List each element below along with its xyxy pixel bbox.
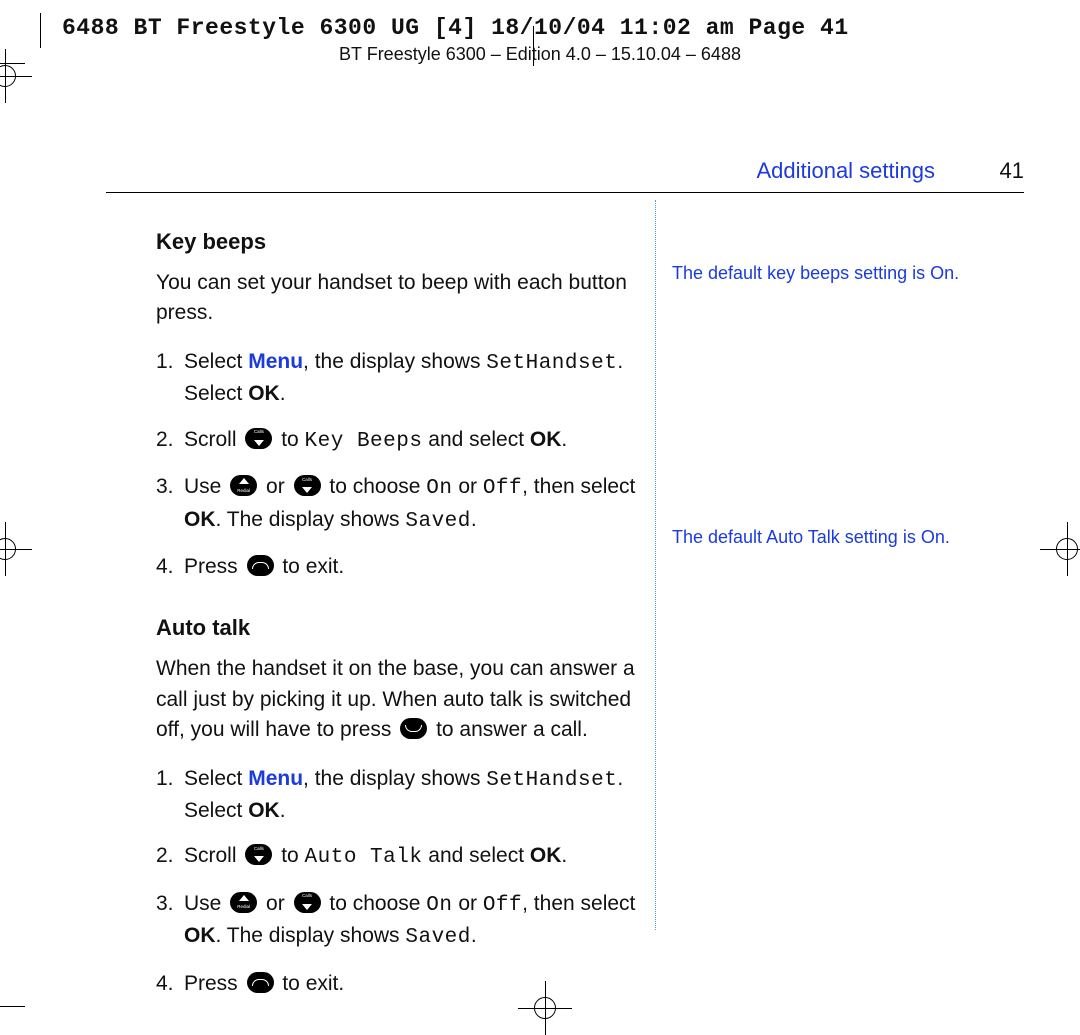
text: Select xyxy=(184,767,248,790)
step-body: Scroll to Auto Talk and select OK. xyxy=(184,841,646,873)
menu-label: Menu xyxy=(248,350,303,373)
step-number: 4. xyxy=(156,552,184,582)
ok-label: OK xyxy=(184,924,216,947)
step-number: 4. xyxy=(156,969,184,999)
text: Press xyxy=(184,972,244,995)
hangup-button-icon xyxy=(247,555,274,576)
column-separator xyxy=(655,200,656,930)
keybeeps-steps: 1. Select Menu, the display shows SetHan… xyxy=(156,347,646,583)
down-button-icon xyxy=(294,475,321,496)
autotalk-intro: When the handset it on the base, you can… xyxy=(156,654,646,745)
step-number: 1. xyxy=(156,764,184,827)
text: . xyxy=(280,382,286,405)
list-item: 3. Use or to choose On or Off, then sele… xyxy=(156,889,646,954)
edition-line: BT Freestyle 6300 – Edition 4.0 – 15.10.… xyxy=(0,41,1080,67)
up-button-icon xyxy=(230,475,257,496)
lcd-text: SetHandset xyxy=(486,769,617,792)
text: Press xyxy=(184,555,244,578)
lcd-text: Saved xyxy=(405,510,471,533)
lcd-text: Off xyxy=(483,477,522,500)
step-body: Select Menu, the display shows SetHandse… xyxy=(184,347,646,410)
text: to exit. xyxy=(277,972,345,995)
talk-button-icon xyxy=(400,718,427,739)
hangup-button-icon xyxy=(247,972,274,993)
heading-auto-talk: Auto talk xyxy=(156,612,646,644)
lcd-text: On xyxy=(426,894,452,917)
step-number: 3. xyxy=(156,889,184,954)
down-button-icon xyxy=(245,428,272,449)
text: . xyxy=(471,924,477,947)
side-note-keybeeps: The default key beeps setting is On. xyxy=(672,261,1012,285)
text: Use xyxy=(184,892,227,915)
ok-label: OK xyxy=(184,508,216,531)
down-button-icon xyxy=(294,892,321,913)
step-body: Press to exit. xyxy=(184,969,646,999)
up-button-icon xyxy=(230,892,257,913)
list-item: 2. Scroll to Key Beeps and select OK. xyxy=(156,425,646,457)
side-note-autotalk: The default Auto Talk setting is On. xyxy=(672,525,1012,549)
lcd-text: Key Beeps xyxy=(305,430,423,453)
step-body: Scroll to Key Beeps and select OK. xyxy=(184,425,646,457)
side-column: The default key beeps setting is On. The… xyxy=(672,261,1012,790)
text: to xyxy=(275,428,304,451)
step-body: Press to exit. xyxy=(184,552,646,582)
text: or xyxy=(260,892,290,915)
text: . The display shows xyxy=(216,924,406,947)
lcd-text: Off xyxy=(483,894,522,917)
lcd-text: Auto Talk xyxy=(305,846,423,869)
text: or xyxy=(452,892,482,915)
text: . xyxy=(280,799,286,822)
step-body: Use or to choose On or Off, then select … xyxy=(184,472,646,537)
text: . The display shows xyxy=(216,508,406,531)
heading-key-beeps: Key beeps xyxy=(156,226,646,258)
step-body: Select Menu, the display shows SetHandse… xyxy=(184,764,646,827)
main-column: Key beeps You can set your handset to be… xyxy=(156,226,646,1029)
lcd-text: SetHandset xyxy=(486,352,617,375)
text: to exit. xyxy=(277,555,345,578)
ok-label: OK xyxy=(530,428,562,451)
step-number: 2. xyxy=(156,841,184,873)
text: , the display shows xyxy=(303,350,486,373)
text: . xyxy=(561,844,567,867)
menu-label: Menu xyxy=(248,767,303,790)
step-body: Use or to choose On or Off, then select … xyxy=(184,889,646,954)
list-item: 1. Select Menu, the display shows SetHan… xyxy=(156,764,646,827)
down-button-icon xyxy=(245,844,272,865)
text: and select xyxy=(422,428,529,451)
section-title: Additional settings xyxy=(756,155,935,187)
list-item: 1. Select Menu, the display shows SetHan… xyxy=(156,347,646,410)
ok-label: OK xyxy=(530,844,562,867)
step-number: 2. xyxy=(156,425,184,457)
lcd-text: On xyxy=(426,477,452,500)
lcd-text: Saved xyxy=(405,926,471,949)
text: and select xyxy=(422,844,529,867)
text: , then select xyxy=(522,475,635,498)
list-item: 2. Scroll to Auto Talk and select OK. xyxy=(156,841,646,873)
header-rule xyxy=(106,192,1024,193)
text: Select xyxy=(184,350,248,373)
list-item: 3. Use or to choose On or Off, then sele… xyxy=(156,472,646,537)
text: Use xyxy=(184,475,227,498)
text: to xyxy=(275,844,304,867)
step-number: 3. xyxy=(156,472,184,537)
text: , the display shows xyxy=(303,767,486,790)
text: , then select xyxy=(522,892,635,915)
text: or xyxy=(260,475,290,498)
ok-label: OK xyxy=(248,799,280,822)
text: or xyxy=(452,475,482,498)
text: . xyxy=(471,508,477,531)
list-item: 4. Press to exit. xyxy=(156,552,646,582)
page-number: 41 xyxy=(1000,155,1024,187)
text: to choose xyxy=(324,892,427,915)
autotalk-steps: 1. Select Menu, the display shows SetHan… xyxy=(156,764,646,1000)
text: to choose xyxy=(324,475,427,498)
text: Scroll xyxy=(184,844,242,867)
step-number: 1. xyxy=(156,347,184,410)
list-item: 4. Press to exit. xyxy=(156,969,646,999)
text: Scroll xyxy=(184,428,242,451)
keybeeps-intro: You can set your handset to beep with ea… xyxy=(156,268,646,329)
ok-label: OK xyxy=(248,382,280,405)
text: to answer a call. xyxy=(430,718,588,741)
text: . xyxy=(561,428,567,451)
